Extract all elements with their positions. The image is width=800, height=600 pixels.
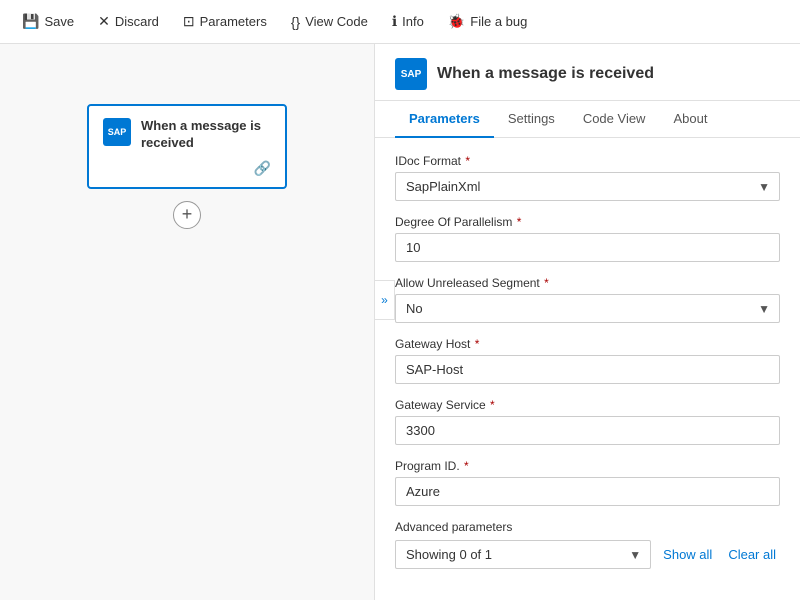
allow-unreleased-select[interactable]: No Yes bbox=[395, 294, 780, 323]
degree-parallelism-label: Degree Of Parallelism * bbox=[395, 215, 780, 229]
code-icon: {} bbox=[291, 14, 300, 30]
save-button[interactable]: 💾 Save bbox=[12, 8, 84, 35]
advanced-select-wrapper: Showing 0 of 1 ▼ bbox=[395, 540, 651, 569]
advanced-parameters-select[interactable]: Showing 0 of 1 bbox=[395, 540, 651, 569]
allow-unreleased-select-wrapper: No Yes ▼ bbox=[395, 294, 780, 323]
program-id-group: Program ID. * bbox=[395, 459, 780, 506]
info-icon: ℹ bbox=[392, 13, 397, 30]
discard-label: Discard bbox=[115, 14, 159, 29]
program-id-input[interactable] bbox=[395, 477, 780, 506]
view-code-button[interactable]: {} View Code bbox=[281, 9, 378, 35]
panel-title: When a message is received bbox=[437, 65, 654, 83]
tab-about[interactable]: About bbox=[659, 101, 721, 138]
detail-panel: SAP When a message is received Parameter… bbox=[375, 44, 800, 600]
main-layout: SAP When a message is received 🔗 + » SAP… bbox=[0, 44, 800, 600]
gateway-service-input[interactable] bbox=[395, 416, 780, 445]
parameters-label: Parameters bbox=[200, 14, 267, 29]
file-bug-label: File a bug bbox=[470, 14, 527, 29]
link-icon: 🔗 bbox=[254, 160, 271, 177]
panel-content: IDoc Format * SapPlainXml SapXml Native … bbox=[375, 138, 800, 600]
info-label: Info bbox=[402, 14, 424, 29]
discard-button[interactable]: ✕ Discard bbox=[88, 8, 169, 35]
advanced-parameters-section: Advanced parameters Showing 0 of 1 ▼ Sho… bbox=[395, 520, 780, 569]
program-id-label: Program ID. * bbox=[395, 459, 780, 473]
save-icon: 💾 bbox=[22, 13, 39, 30]
toolbar: 💾 Save ✕ Discard ⊡ Parameters {} View Co… bbox=[0, 0, 800, 44]
info-button[interactable]: ℹ Info bbox=[382, 8, 434, 35]
allow-unreleased-group: Allow Unreleased Segment * No Yes ▼ bbox=[395, 276, 780, 323]
trigger-card-title: When a message is received bbox=[141, 118, 271, 152]
tab-parameters[interactable]: Parameters bbox=[395, 101, 494, 138]
sap-logo: SAP bbox=[103, 118, 131, 146]
bug-icon: 🐞 bbox=[448, 13, 465, 30]
gateway-service-label: Gateway Service * bbox=[395, 398, 780, 412]
panel-tabs: Parameters Settings Code View About bbox=[375, 101, 800, 138]
degree-parallelism-input[interactable] bbox=[395, 233, 780, 262]
view-code-label: View Code bbox=[305, 14, 368, 29]
idoc-format-group: IDoc Format * SapPlainXml SapXml Native … bbox=[395, 154, 780, 201]
discard-icon: ✕ bbox=[98, 13, 110, 30]
parameters-icon: ⊡ bbox=[183, 13, 195, 30]
gateway-host-label: Gateway Host * bbox=[395, 337, 780, 351]
panel-sap-logo: SAP bbox=[395, 58, 427, 90]
canvas: SAP When a message is received 🔗 + bbox=[0, 44, 375, 600]
collapse-panel-button[interactable]: » bbox=[375, 280, 395, 320]
advanced-parameters-row: Showing 0 of 1 ▼ Show all Clear all bbox=[395, 540, 780, 569]
gateway-service-group: Gateway Service * bbox=[395, 398, 780, 445]
trigger-card-footer: 🔗 bbox=[103, 160, 271, 177]
parameters-button[interactable]: ⊡ Parameters bbox=[173, 8, 277, 35]
gateway-host-input[interactable] bbox=[395, 355, 780, 384]
trigger-card-header: SAP When a message is received bbox=[103, 118, 271, 152]
clear-all-button[interactable]: Clear all bbox=[724, 547, 780, 562]
advanced-parameters-label: Advanced parameters bbox=[395, 520, 780, 534]
trigger-card[interactable]: SAP When a message is received 🔗 bbox=[87, 104, 287, 189]
panel-header: SAP When a message is received bbox=[375, 44, 800, 101]
add-step-button[interactable]: + bbox=[173, 201, 201, 229]
save-label: Save bbox=[44, 14, 74, 29]
show-all-button[interactable]: Show all bbox=[659, 547, 716, 562]
idoc-format-select-wrapper: SapPlainXml SapXml Native ▼ bbox=[395, 172, 780, 201]
allow-unreleased-label: Allow Unreleased Segment * bbox=[395, 276, 780, 290]
gateway-host-group: Gateway Host * bbox=[395, 337, 780, 384]
degree-parallelism-group: Degree Of Parallelism * bbox=[395, 215, 780, 262]
tab-settings[interactable]: Settings bbox=[494, 101, 569, 138]
idoc-format-label: IDoc Format * bbox=[395, 154, 780, 168]
file-bug-button[interactable]: 🐞 File a bug bbox=[438, 8, 538, 35]
tab-code-view[interactable]: Code View bbox=[569, 101, 660, 138]
idoc-format-select[interactable]: SapPlainXml SapXml Native bbox=[395, 172, 780, 201]
